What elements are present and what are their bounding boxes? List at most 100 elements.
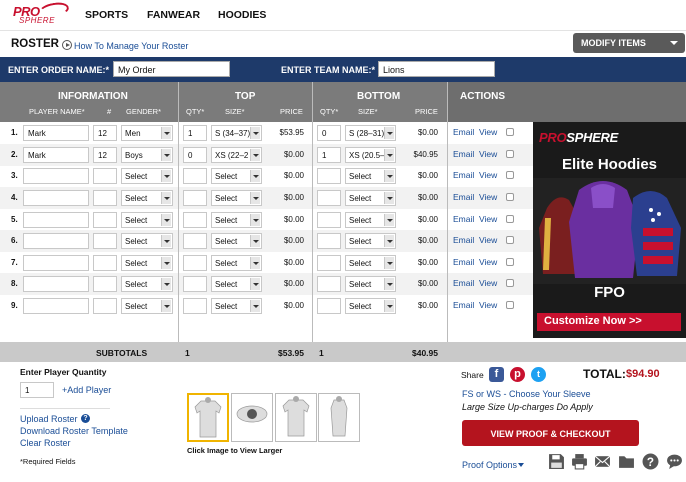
- top-size-select[interactable]: Select: [211, 255, 262, 271]
- row-select-checkbox[interactable]: [506, 236, 514, 244]
- gender-select[interactable]: Boys: [121, 147, 173, 163]
- gender-select[interactable]: Select: [121, 298, 173, 314]
- top-size-select[interactable]: Select: [211, 276, 262, 292]
- top-size-select[interactable]: Select: [211, 212, 262, 228]
- row-email-link[interactable]: Email: [453, 214, 474, 224]
- player-name-input[interactable]: [23, 255, 89, 271]
- top-qty-input[interactable]: [183, 276, 207, 292]
- email-icon[interactable]: [594, 453, 611, 470]
- gender-select[interactable]: Select: [121, 276, 173, 292]
- row-email-link[interactable]: Email: [453, 235, 474, 245]
- player-quantity-input[interactable]: 1: [20, 382, 54, 398]
- bottom-qty-input[interactable]: [317, 276, 341, 292]
- row-select-checkbox[interactable]: [506, 193, 514, 201]
- bottom-size-select[interactable]: Select: [345, 212, 396, 228]
- top-size-select[interactable]: Select: [211, 233, 262, 249]
- player-number-input[interactable]: [93, 233, 117, 249]
- top-qty-input[interactable]: 1: [183, 125, 207, 141]
- player-number-input[interactable]: [93, 168, 117, 184]
- pinterest-icon[interactable]: p: [510, 367, 525, 382]
- row-select-checkbox[interactable]: [506, 150, 514, 158]
- top-qty-input[interactable]: [183, 298, 207, 314]
- bottom-size-select[interactable]: Select: [345, 276, 396, 292]
- player-name-input[interactable]: [23, 190, 89, 206]
- add-player-link[interactable]: +Add Player: [62, 385, 111, 395]
- player-name-input[interactable]: [23, 212, 89, 228]
- bottom-qty-input[interactable]: [317, 168, 341, 184]
- bottom-size-select[interactable]: Select: [345, 168, 396, 184]
- chat-icon[interactable]: [666, 453, 683, 470]
- bottom-qty-input[interactable]: 1: [317, 147, 341, 163]
- top-size-select[interactable]: Select: [211, 298, 262, 314]
- bottom-size-select[interactable]: Select: [345, 190, 396, 206]
- row-select-checkbox[interactable]: [506, 301, 514, 309]
- gender-select[interactable]: Select: [121, 190, 173, 206]
- row-view-link[interactable]: View: [479, 170, 497, 180]
- bottom-size-select[interactable]: S (28–31): [345, 125, 396, 141]
- view-proof-checkout-button[interactable]: VIEW PROOF & CHECKOUT: [462, 420, 639, 446]
- top-qty-input[interactable]: [183, 212, 207, 228]
- row-email-link[interactable]: Email: [453, 127, 474, 137]
- thumbnail-top[interactable]: [231, 393, 273, 442]
- nav-hoodies[interactable]: HOODIES: [218, 9, 266, 21]
- gender-select[interactable]: Select: [121, 233, 173, 249]
- player-name-input[interactable]: Mark: [23, 147, 89, 163]
- bottom-qty-input[interactable]: [317, 298, 341, 314]
- prosphere-logo[interactable]: PRO SPHERE: [13, 0, 70, 27]
- row-view-link[interactable]: View: [479, 300, 497, 310]
- player-name-input[interactable]: Mark: [23, 125, 89, 141]
- row-view-link[interactable]: View: [479, 235, 497, 245]
- print-icon[interactable]: [571, 453, 588, 470]
- save-icon[interactable]: [548, 453, 565, 470]
- top-qty-input[interactable]: [183, 233, 207, 249]
- bottom-qty-input[interactable]: [317, 255, 341, 271]
- row-email-link[interactable]: Email: [453, 170, 474, 180]
- top-size-select[interactable]: S (34–37): [211, 125, 262, 141]
- player-number-input[interactable]: [93, 276, 117, 292]
- row-view-link[interactable]: View: [479, 214, 497, 224]
- proof-options-link[interactable]: Proof Options: [462, 460, 517, 470]
- twitter-icon[interactable]: t: [531, 367, 546, 382]
- top-size-select[interactable]: Select: [211, 190, 262, 206]
- team-name-input[interactable]: Lions: [378, 61, 495, 77]
- row-select-checkbox[interactable]: [506, 279, 514, 287]
- clear-roster-link[interactable]: Clear Roster: [20, 438, 71, 448]
- bottom-size-select[interactable]: XS (20.5–: [345, 147, 396, 163]
- row-select-checkbox[interactable]: [506, 128, 514, 136]
- bottom-qty-input[interactable]: [317, 212, 341, 228]
- gender-select[interactable]: Select: [121, 168, 173, 184]
- player-name-input[interactable]: [23, 276, 89, 292]
- howto-link[interactable]: How To Manage Your Roster: [62, 39, 188, 51]
- row-email-link[interactable]: Email: [453, 149, 474, 159]
- folder-icon[interactable]: [618, 453, 635, 470]
- row-email-link[interactable]: Email: [453, 257, 474, 267]
- row-view-link[interactable]: View: [479, 278, 497, 288]
- row-email-link[interactable]: Email: [453, 300, 474, 310]
- player-number-input[interactable]: [93, 255, 117, 271]
- top-qty-input[interactable]: [183, 255, 207, 271]
- gender-select[interactable]: Select: [121, 255, 173, 271]
- player-name-input[interactable]: [23, 233, 89, 249]
- top-size-select[interactable]: XS (22–2: [211, 147, 262, 163]
- facebook-icon[interactable]: f: [489, 367, 504, 382]
- gender-select[interactable]: Select: [121, 212, 173, 228]
- help-icon[interactable]: ?: [642, 453, 659, 470]
- player-number-input[interactable]: [93, 190, 117, 206]
- row-select-checkbox[interactable]: [506, 215, 514, 223]
- row-select-checkbox[interactable]: [506, 258, 514, 266]
- player-name-input[interactable]: [23, 168, 89, 184]
- bottom-size-select[interactable]: Select: [345, 298, 396, 314]
- row-view-link[interactable]: View: [479, 257, 497, 267]
- player-number-input[interactable]: 12: [93, 125, 117, 141]
- nav-sports[interactable]: SPORTS: [85, 9, 128, 21]
- thumbnail-side[interactable]: [318, 393, 360, 442]
- thumbnail-front[interactable]: [187, 393, 229, 442]
- top-qty-input[interactable]: [183, 190, 207, 206]
- sleeve-link[interactable]: FS or WS - Choose Your Sleeve: [462, 389, 591, 399]
- bottom-qty-input[interactable]: 0: [317, 125, 341, 141]
- elite-hoodies-ad[interactable]: PROSPHERE Elite Hoodies FPO Customize No…: [533, 122, 686, 338]
- player-number-input[interactable]: [93, 212, 117, 228]
- customize-now-button[interactable]: Customize Now >>: [537, 313, 681, 331]
- gender-select[interactable]: Men: [121, 125, 173, 141]
- player-number-input[interactable]: [93, 298, 117, 314]
